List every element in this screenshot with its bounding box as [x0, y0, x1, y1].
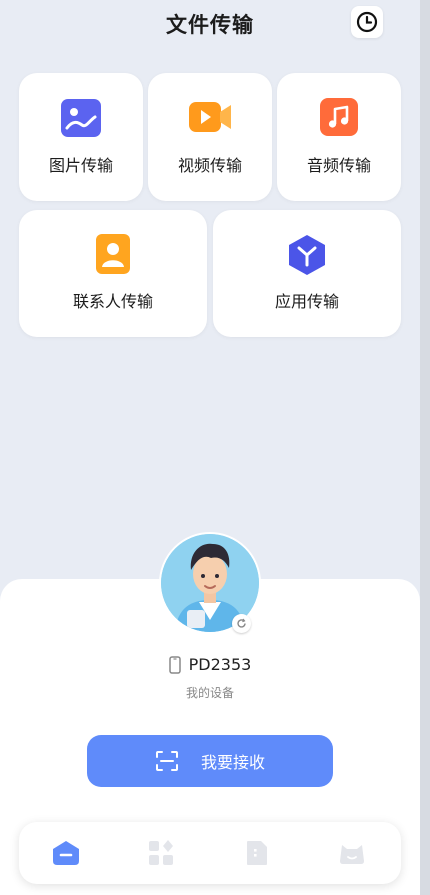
- contact-icon: [96, 234, 130, 274]
- refresh-button[interactable]: [232, 614, 251, 633]
- bottom-tab-bar: [19, 822, 401, 884]
- audio-transfer-card[interactable]: 音频传输: [277, 73, 401, 201]
- profile-tab[interactable]: [337, 838, 367, 868]
- image-transfer-card[interactable]: 图片传输: [19, 73, 143, 201]
- image-icon: [61, 99, 101, 137]
- refresh-icon: [237, 618, 246, 628]
- receive-button-label: 我要接收: [200, 753, 265, 772]
- home-tab[interactable]: [51, 838, 81, 868]
- apps-tab[interactable]: [146, 838, 176, 868]
- video-transfer-label: 视频传输: [177, 156, 242, 175]
- home-icon: [53, 841, 79, 865]
- device-subtitle: 我的设备: [185, 686, 234, 700]
- apps-grid-icon: [149, 840, 173, 865]
- scrollbar[interactable]: [420, 0, 430, 895]
- image-transfer-label: 图片传输: [48, 156, 113, 175]
- app-transfer-label: 应用传输: [274, 292, 339, 311]
- video-icon: [189, 102, 231, 132]
- app-icon: [289, 235, 325, 275]
- app-transfer-card[interactable]: 应用传输: [213, 210, 401, 337]
- profile-icon: [340, 845, 364, 864]
- device-info: PD2353: [0, 655, 420, 674]
- audio-transfer-label: 音频传输: [306, 156, 371, 175]
- receive-button[interactable]: 我要接收: [87, 735, 333, 787]
- phone-icon: [168, 655, 181, 674]
- scan-icon: [155, 751, 178, 771]
- contact-transfer-label: 联系人传输: [72, 292, 153, 311]
- history-button[interactable]: [351, 6, 383, 38]
- header: 文件传输: [0, 0, 420, 46]
- file-icon: [247, 841, 267, 865]
- video-transfer-card[interactable]: 视频传输: [148, 73, 272, 201]
- contact-transfer-card[interactable]: 联系人传输: [19, 210, 207, 337]
- files-tab[interactable]: [242, 838, 272, 868]
- clock-icon: [356, 11, 378, 33]
- device-name: PD2353: [188, 655, 252, 674]
- music-icon: [320, 98, 358, 136]
